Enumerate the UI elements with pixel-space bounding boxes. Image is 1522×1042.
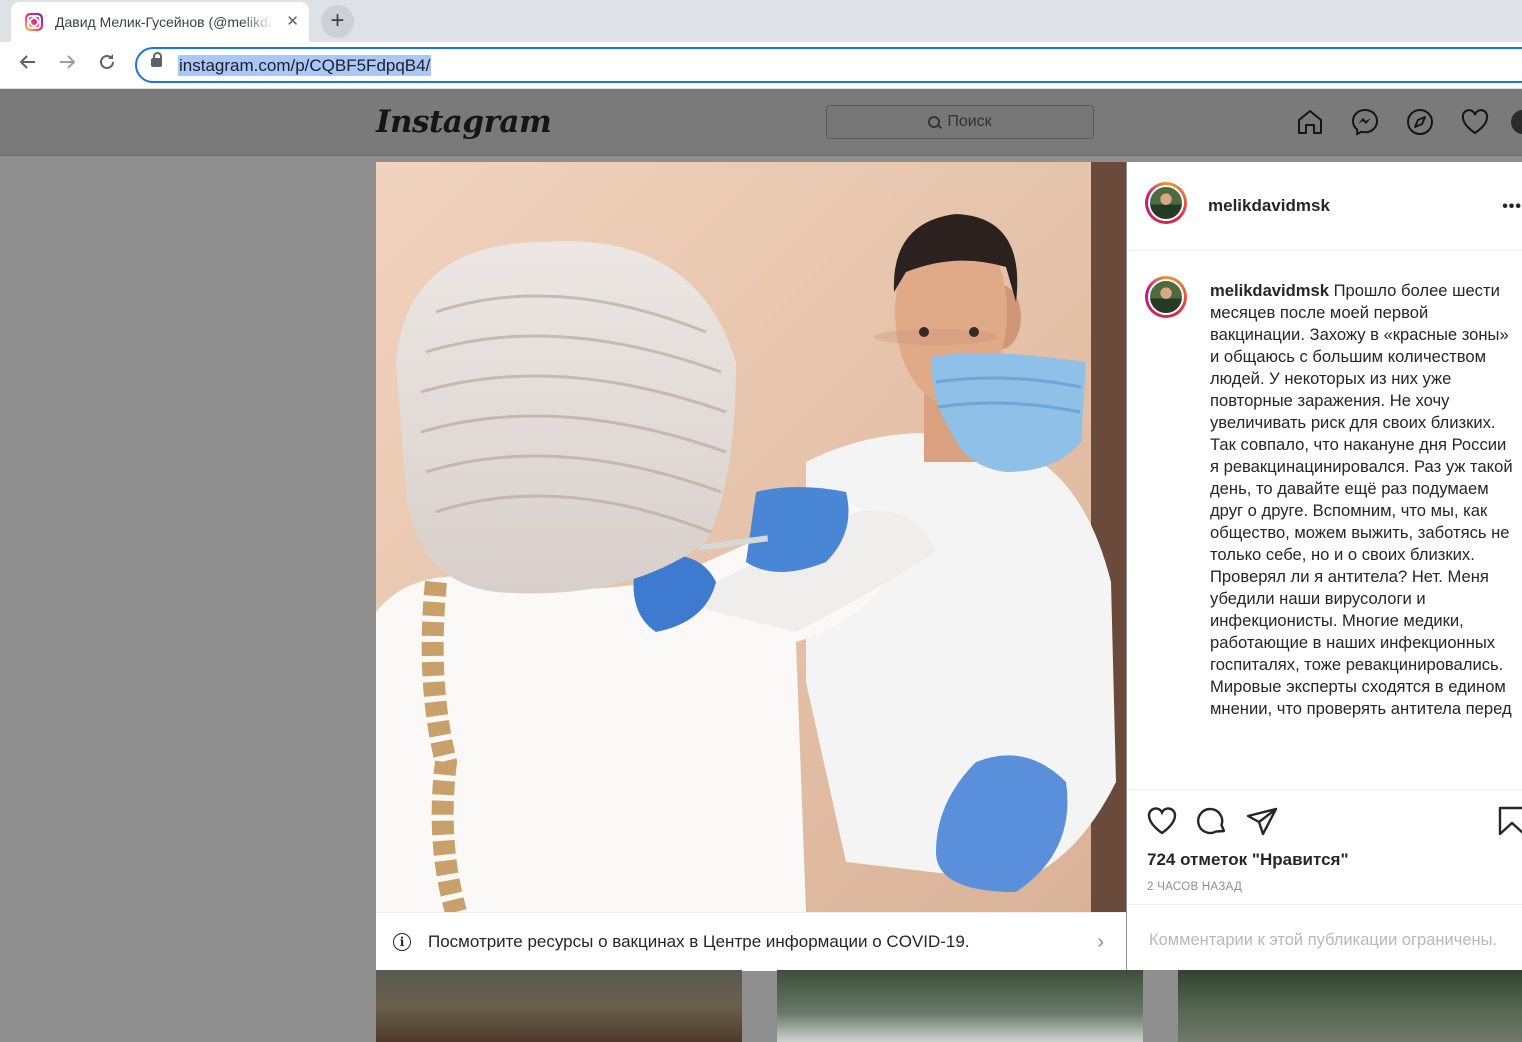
likes-count[interactable]: 724 отметок "Нравится" bbox=[1147, 850, 1349, 870]
post-photo[interactable] bbox=[376, 162, 1126, 912]
profile-avatar-icon[interactable] bbox=[1508, 107, 1522, 137]
post-caption: melikdavidmsk Прошло более шести месяцев… bbox=[1210, 280, 1514, 720]
chevron-right-icon: › bbox=[1097, 931, 1104, 953]
address-bar[interactable]: instagram.com/p/CQBF5FdpqB4/ bbox=[135, 47, 1522, 83]
tab-title: Давид Мелик-Гусейнов (@melikdavidmsk) bbox=[55, 14, 273, 30]
comments-bar: Комментарии к этой публикации ограничены… bbox=[1127, 904, 1522, 970]
instagram-logo[interactable]: Instagram bbox=[376, 104, 552, 140]
related-post-thumbnail[interactable] bbox=[1178, 970, 1522, 1042]
post-actions: 724 отметок "Нравится" 2 ЧАСОВ НАЗАД bbox=[1127, 789, 1522, 905]
post-header: melikdavidmsk ••• bbox=[1127, 162, 1522, 251]
forward-arrow-icon[interactable] bbox=[53, 51, 81, 79]
search-input[interactable]: Поиск bbox=[826, 105, 1094, 139]
caption-text-1: Прошло более шести месяцев после моей пе… bbox=[1210, 281, 1513, 564]
search-icon bbox=[928, 116, 941, 128]
share-send-icon[interactable] bbox=[1245, 804, 1279, 838]
more-options-icon[interactable]: ••• bbox=[1502, 198, 1522, 216]
caption-avatar[interactable] bbox=[1145, 276, 1187, 318]
comment-icon[interactable] bbox=[1195, 804, 1229, 838]
tab-close-icon[interactable]: ✕ bbox=[286, 13, 299, 31]
back-arrow-icon[interactable] bbox=[14, 51, 42, 79]
save-bookmark-icon[interactable] bbox=[1495, 804, 1522, 838]
browser-toolbar: instagram.com/p/CQBF5FdpqB4/ bbox=[0, 42, 1522, 89]
author-avatar[interactable] bbox=[1145, 182, 1187, 224]
new-tab-button[interactable]: + bbox=[321, 5, 354, 38]
related-post-thumbnail[interactable] bbox=[376, 970, 742, 1042]
lock-icon[interactable] bbox=[151, 52, 162, 67]
covid-banner-text: Посмотрите ресурсы о вакцинах в Центре и… bbox=[428, 932, 970, 951]
instagram-header: Instagram Поиск bbox=[0, 89, 1522, 156]
post-timestamp[interactable]: 2 ЧАСОВ НАЗАД bbox=[1147, 881, 1242, 893]
comments-disabled-text: Комментарии к этой публикации ограничены… bbox=[1149, 931, 1498, 949]
heart-activity-icon[interactable] bbox=[1460, 107, 1490, 137]
covid-info-banner[interactable]: i Посмотрите ресурсы о вакцинах в Центре… bbox=[376, 912, 1126, 971]
caption-username[interactable]: melikdavidmsk bbox=[1210, 281, 1329, 300]
like-heart-icon[interactable] bbox=[1145, 804, 1179, 838]
caption-area: melikdavidmsk Прошло более шести месяцев… bbox=[1127, 251, 1522, 789]
browser-tab-active[interactable]: Давид Мелик-Гусейнов (@melikdavidmsk) ✕ bbox=[11, 2, 309, 42]
related-post-thumbnail[interactable] bbox=[777, 970, 1143, 1042]
browser-tabstrip: Давид Мелик-Гусейнов (@melikdavidmsk) ✕ … bbox=[0, 0, 1522, 42]
home-icon[interactable] bbox=[1295, 107, 1325, 137]
reload-icon[interactable] bbox=[93, 51, 121, 79]
instagram-favicon-icon bbox=[25, 13, 43, 31]
url-text[interactable]: instagram.com/p/CQBF5FdpqB4/ bbox=[178, 55, 432, 76]
messenger-icon[interactable] bbox=[1350, 107, 1380, 137]
explore-compass-icon[interactable] bbox=[1405, 107, 1435, 137]
info-icon: i bbox=[393, 933, 411, 951]
post-side-panel: melikdavidmsk ••• melikdavidmsk Прошло б… bbox=[1127, 162, 1522, 970]
search-placeholder: Поиск bbox=[947, 113, 992, 130]
caption-text-2: Проверял ли я антитела? Нет. Меня убедил… bbox=[1210, 567, 1512, 718]
author-username[interactable]: melikdavidmsk bbox=[1208, 196, 1330, 216]
